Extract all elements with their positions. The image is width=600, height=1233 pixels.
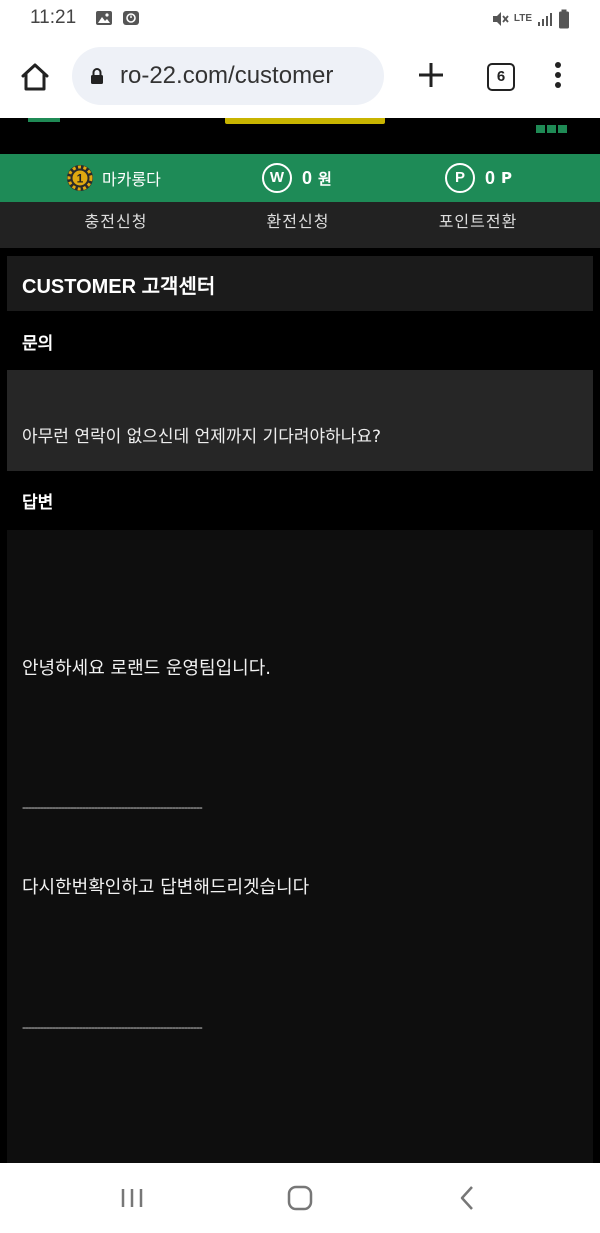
won-icon: W — [262, 163, 292, 193]
home-nav-icon[interactable] — [282, 1183, 318, 1213]
answer-box: 안녕하세요 로랜드 운영팀입니다. ----------------------… — [7, 530, 593, 1165]
user-level: 1 마카롱다 — [66, 154, 161, 202]
signal-icon — [538, 13, 552, 26]
point-balance: P 0 P — [445, 154, 512, 202]
home-icon[interactable] — [18, 60, 52, 94]
lte-icon: LTE — [513, 13, 532, 24]
answer-divider: ----------------------------------------… — [22, 800, 203, 814]
action-bar: 충전신청 환전신청 포인트전환 — [0, 202, 600, 248]
system-nav-bar — [0, 1163, 600, 1233]
back-icon[interactable] — [450, 1183, 486, 1213]
answer-divider: ----------------------------------------… — [22, 1020, 203, 1034]
money-balance: W 0 원 — [262, 154, 332, 202]
svg-text:1: 1 — [77, 172, 84, 186]
inquiry-text: 아무런 연락이 없으신데 언제까지 기다려야하나요? — [22, 427, 382, 447]
answer-label: 답변 — [22, 493, 54, 513]
image-icon — [96, 11, 112, 25]
address-bar[interactable]: ro-22.com/customer — [72, 47, 384, 105]
lock-icon — [91, 68, 103, 84]
money-value: 0 — [302, 167, 313, 188]
answer-line: 안녕하세요 로랜드 운영팀입니다. — [22, 658, 272, 679]
point-value: 0 — [485, 167, 496, 188]
mute-icon — [492, 12, 509, 26]
point-unit: P — [501, 169, 513, 187]
site-menu-icon[interactable] — [28, 118, 60, 122]
point-icon: P — [445, 163, 475, 193]
page-title-bar: CUSTOMER 고객센터 — [7, 256, 593, 311]
site-header — [0, 118, 600, 154]
inquiry-box: 아무런 연락이 없으신데 언제까지 기다려야하나요? — [7, 370, 593, 471]
level-badge-icon: 1 — [67, 165, 93, 191]
browser-toolbar: ro-22.com/customer 6 — [0, 38, 600, 118]
point-convert-link[interactable]: 포인트전환 — [378, 202, 578, 248]
url-text: ro-22.com/customer — [120, 62, 334, 89]
battery-icon — [559, 9, 569, 29]
deposit-request-link[interactable]: 충전신청 — [16, 202, 216, 248]
user-info-bar: 1 마카롱다 W 0 원 P 0 P — [0, 154, 600, 202]
status-icons: LTE — [491, 8, 570, 30]
clock-icon — [123, 11, 139, 25]
tab-switcher-button[interactable]: 6 — [487, 63, 515, 91]
money-unit: 원 — [318, 169, 332, 188]
inquiry-label: 문의 — [22, 334, 54, 354]
status-time: 11:21 — [30, 7, 77, 28]
withdraw-request-link[interactable]: 환전신청 — [198, 202, 398, 248]
status-bar: 11:21 LTE — [0, 0, 600, 38]
browser-menu-icon[interactable] — [552, 62, 564, 92]
username: 마카롱다 — [102, 170, 161, 189]
site-grid-icon[interactable] — [536, 118, 572, 133]
answer-line: 다시한번확인하고 답변해드리겟습니다 — [22, 877, 310, 898]
site-logo[interactable] — [225, 118, 385, 124]
new-tab-icon[interactable] — [416, 60, 446, 90]
recent-apps-icon[interactable] — [114, 1183, 150, 1213]
page-title: CUSTOMER 고객센터 — [22, 276, 216, 298]
